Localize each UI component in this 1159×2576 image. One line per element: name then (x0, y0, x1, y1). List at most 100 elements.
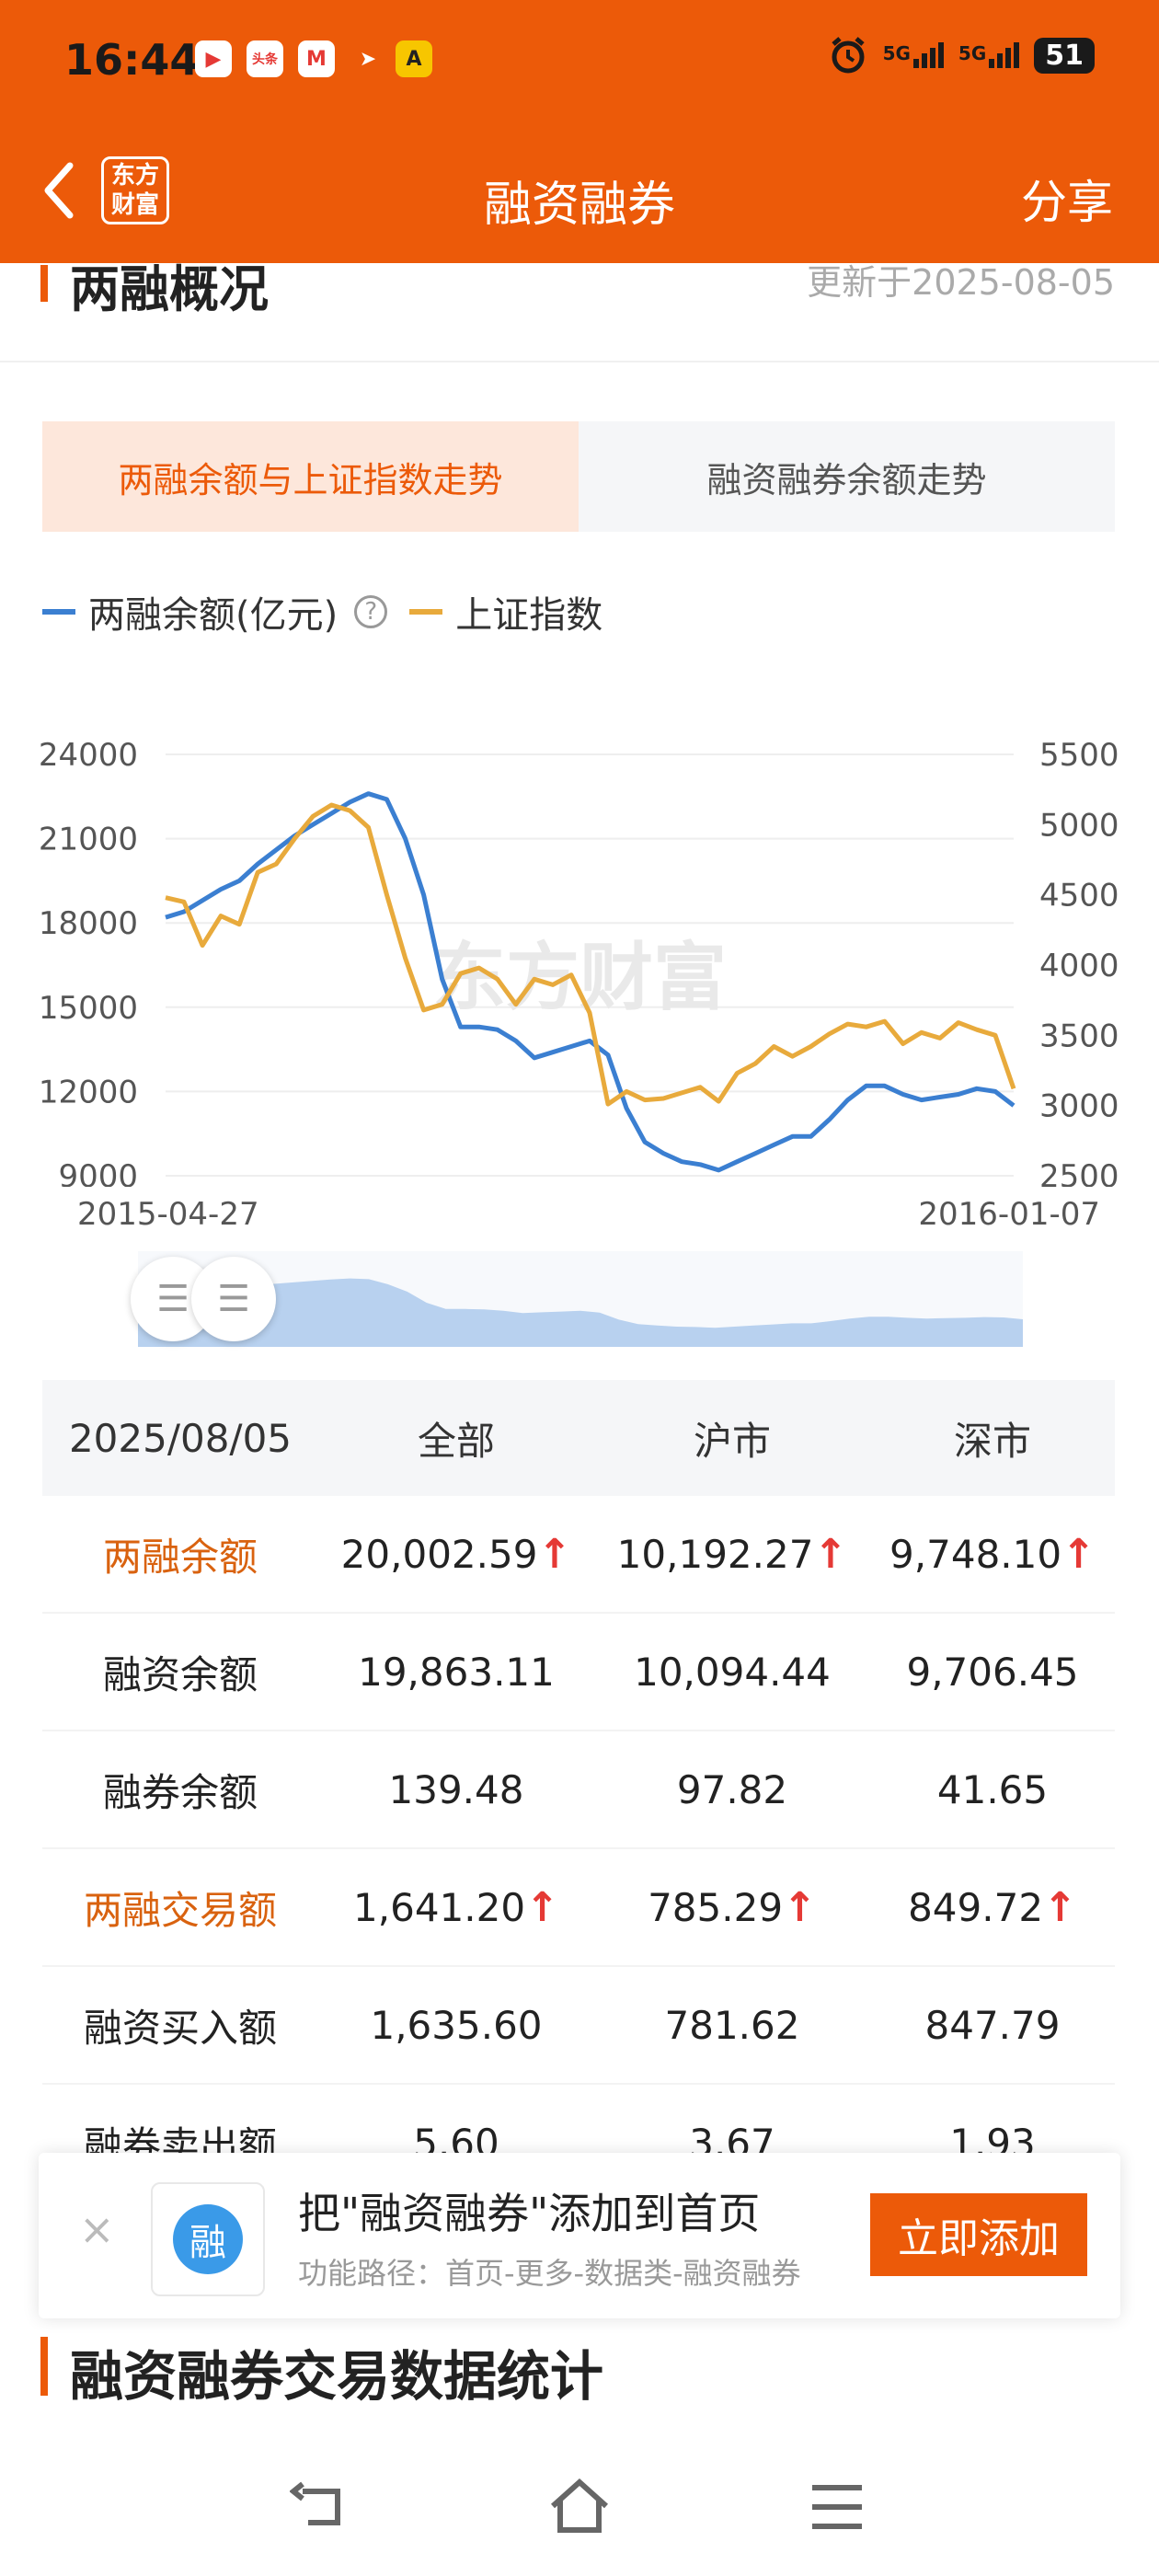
help-icon[interactable]: ? (354, 595, 388, 628)
y-right-tick: 5500 (1039, 737, 1119, 774)
table-row: 融券余额 139.48 97.82 41.65 (42, 1731, 1115, 1849)
x-axis-end-label: 2016-01-07 (918, 1196, 1100, 1233)
y-right-tick: 5000 (1039, 807, 1119, 844)
header-sh: 沪市 (693, 1418, 771, 1464)
video-app-icon: ▶ (195, 40, 232, 77)
toutiao-icon: 头条 (247, 40, 283, 77)
y-left-tick: 24000 (39, 737, 138, 774)
line-chart[interactable]: 东方财富 24000 21000 18000 15000 12000 9000 5500 50… (0, 708, 1159, 1187)
banner-subtitle: 功能路径：首页-更多-数据类-融资融券 (298, 2256, 801, 2291)
legend-swatch-balance (42, 609, 75, 615)
divider (0, 361, 1159, 362)
y-right-tick: 3500 (1039, 1018, 1119, 1054)
legend-label-index: 上证指数 (455, 594, 603, 637)
table-header-row: 2025/08/05 全部 沪市 深市 (42, 1380, 1115, 1496)
row-value: 781.62 (594, 2003, 870, 2048)
banner-title: 把"融资融券"添加到首页 (298, 2189, 761, 2238)
header-sz: 深市 (953, 1418, 1031, 1464)
up-arrow-icon: ↑ (783, 1883, 817, 1931)
section-accent-bar (40, 265, 48, 302)
row-value: 9,706.45 (870, 1650, 1115, 1695)
nav-back-icon[interactable] (290, 2475, 354, 2539)
signal-2-icon: 5G (958, 42, 1020, 68)
nav-home-icon[interactable] (547, 2475, 612, 2539)
up-arrow-icon: ↑ (1043, 1883, 1077, 1931)
tab-balance-trend[interactable]: 融资融券余额走势 (579, 421, 1115, 532)
signal-1-icon: 5G (883, 42, 944, 68)
row-label: 融资买入额 (83, 2005, 277, 2051)
y-left-tick: 9000 (58, 1158, 138, 1187)
add-now-button[interactable]: 立即添加 (870, 2193, 1087, 2276)
row-value: 847.79 (870, 2003, 1115, 2048)
up-arrow-icon: ↑ (1061, 1530, 1096, 1578)
value-text: 10,192.27 (616, 1531, 814, 1577)
value-text: 849.72 (908, 1884, 1044, 1930)
value-text: 847.79 (924, 2002, 1061, 2048)
row-value: 20,002.59↑ (318, 1531, 594, 1578)
row-value: 9,748.10↑ (870, 1531, 1115, 1578)
value-text: 9,706.45 (906, 1649, 1079, 1695)
page-title: 融资融券 (483, 178, 675, 233)
up-arrow-icon: ↑ (813, 1530, 848, 1578)
section-accent-bar-2 (40, 2337, 48, 2396)
value-text: 41.65 (936, 1766, 1049, 1812)
header-all: 全部 (417, 1418, 495, 1464)
row-label: 两融余额 (102, 1534, 258, 1580)
table-row: 两融余额 20,002.59↑ 10,192.27↑ 9,748.10↑ (42, 1496, 1115, 1614)
chart-tabs: 两融余额与上证指数走势 融资融券余额走势 (42, 421, 1115, 532)
alarm-icon (831, 37, 865, 74)
app-feature-icon: 融 (151, 2182, 265, 2296)
tab-balance-vs-index[interactable]: 两融余额与上证指数走势 (42, 421, 579, 532)
value-text: 10,094.44 (634, 1649, 831, 1695)
value-text: 9,748.10 (889, 1531, 1062, 1577)
cmb-icon: M (298, 40, 335, 77)
value-text: 19,863.11 (358, 1649, 555, 1695)
stats-section-title: 融资融券交易数据统计 (70, 2345, 604, 2408)
row-value: 41.65 (870, 1767, 1115, 1812)
row-value: 97.82 (594, 1767, 870, 1812)
y-right-tick: 4000 (1039, 948, 1119, 984)
a-app-icon: A (396, 40, 432, 77)
battery-indicator: 51 (1034, 37, 1095, 74)
row-value: 849.72↑ (870, 1884, 1115, 1931)
add-to-home-banner: × 融 把"融资融券"添加到首页 功能路径：首页-更多-数据类-融资融券 立即添… (39, 2153, 1120, 2318)
row-label: 融资余额 (102, 1651, 258, 1697)
value-text: 781.62 (664, 2002, 800, 2048)
share-button[interactable]: 分享 (1021, 166, 1113, 232)
y-left-tick: 18000 (39, 905, 138, 942)
y-left-tick: 12000 (39, 1074, 138, 1110)
table-row: 融资余额 19,863.11 10,094.44 9,706.45 (42, 1614, 1115, 1731)
row-value: 1,635.60 (318, 2003, 594, 2048)
y-right-tick: 3000 (1039, 1088, 1119, 1125)
value-text: 139.48 (388, 1766, 524, 1812)
chart-legend: 两融余额(亿元) ? 上证指数 (42, 585, 602, 638)
close-icon[interactable]: × (79, 2204, 115, 2254)
legend-label-balance: 两融余额(亿元) (88, 594, 339, 637)
slider-handle-right[interactable]: ☰ (191, 1257, 276, 1341)
value-text: 1,641.20 (353, 1884, 526, 1930)
value-text: 785.29 (648, 1884, 784, 1930)
value-text: 1,635.60 (370, 2002, 543, 2048)
row-value: 19,863.11 (318, 1650, 594, 1695)
row-label: 两融交易额 (83, 1887, 277, 1933)
table-row: 融资买入额 1,635.60 781.62 847.79 (42, 1967, 1115, 2085)
telegram-icon: ➤ (359, 47, 377, 71)
row-label: 融券余额 (102, 1769, 258, 1815)
header-date: 2025/08/05 (68, 1415, 293, 1461)
y-left-tick: 21000 (39, 822, 138, 858)
watermark: 东方财富 (432, 935, 727, 1020)
value-text: 97.82 (676, 1766, 788, 1812)
row-value: 10,094.44 (594, 1650, 870, 1695)
y-right-tick: 4500 (1039, 878, 1119, 914)
up-arrow-icon: ↑ (525, 1883, 559, 1931)
y-right-tick: 2500 (1039, 1158, 1119, 1187)
row-value: 1,641.20↑ (318, 1884, 594, 1931)
y-left-tick: 15000 (39, 990, 138, 1027)
row-value: 139.48 (318, 1767, 594, 1812)
status-time: 16:44 (64, 35, 200, 85)
up-arrow-icon: ↑ (537, 1530, 572, 1578)
status-right: 5G 5G 51 (828, 35, 1095, 75)
nav-menu-icon[interactable] (805, 2475, 869, 2539)
margin-table: 2025/08/05 全部 沪市 深市 两融余额 20,002.59↑ 10,192… (42, 1380, 1115, 2202)
value-text: 20,002.59 (340, 1531, 538, 1577)
